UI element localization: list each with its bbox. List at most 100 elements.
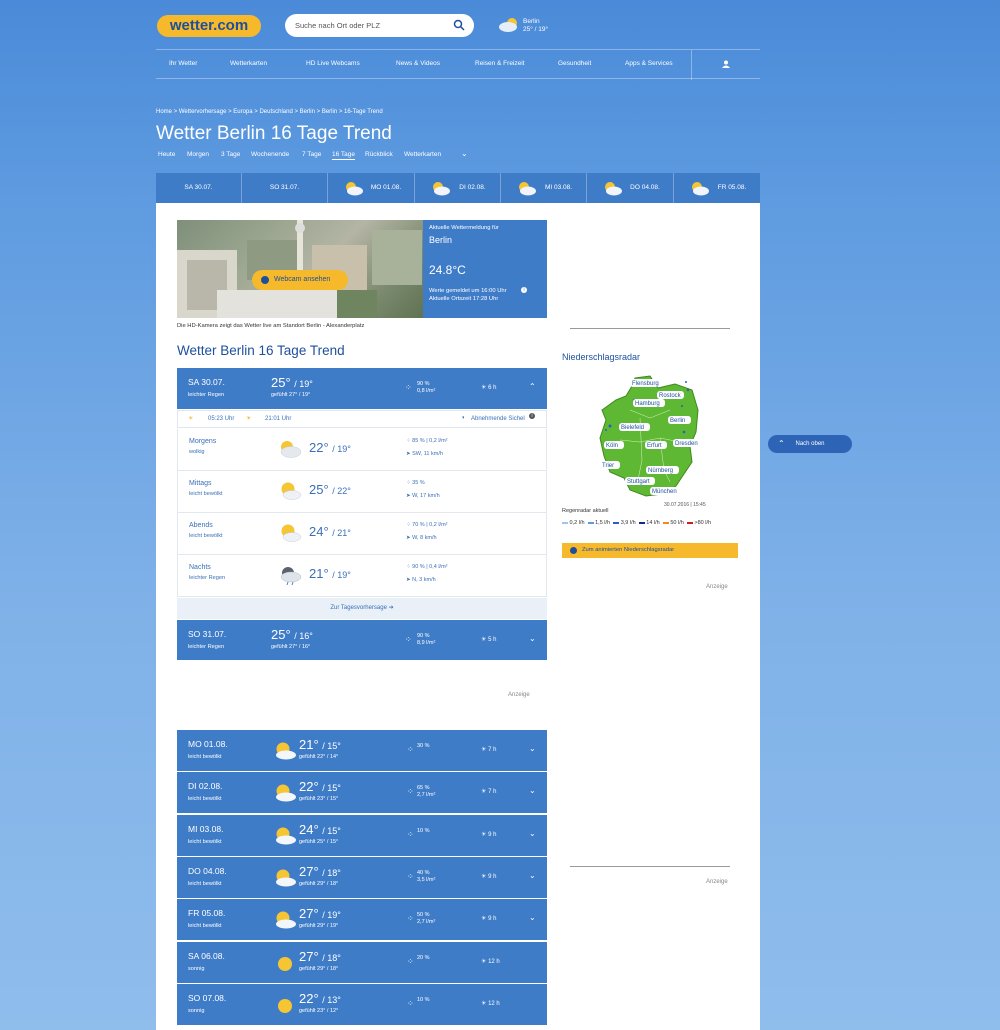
radar-animated-button[interactable]: Zum animierten Niederschlagsradar	[562, 543, 738, 558]
rain-drops-icon: ⁘	[406, 480, 411, 486]
day-rain-amt: 0,8 l/m²	[417, 388, 436, 394]
chevron-down-icon[interactable]: ⌄	[529, 786, 536, 795]
wetter-logo[interactable]: wetter.com	[157, 15, 261, 37]
rain-drops-icon: ⁘	[407, 999, 414, 1008]
day-row[interactable]: MO 01.08. leicht bewölkt 21° / 15° gefühlt …	[177, 730, 547, 772]
germany-radar-map: Flensburg Rostock Hamburg Berlin Bielefe…	[599, 375, 706, 508]
part-wind: N, 3 km/h	[412, 577, 436, 583]
tab-morgen[interactable]: Morgen	[187, 151, 209, 158]
day-rain: 10 %	[417, 828, 430, 835]
chevron-down-icon[interactable]: ⌄	[461, 149, 468, 158]
day-label: SA 30.07.	[188, 377, 225, 387]
part-temp: 22° / 19°	[309, 440, 351, 455]
sun-icon: ☀	[481, 385, 487, 391]
breadcrumb[interactable]: Home > Wettervorhersage > Europa > Deuts…	[156, 109, 383, 115]
day-min: / 18°	[322, 868, 341, 878]
radar-timestamp: 30.07.2016 | 15:45	[664, 502, 706, 508]
sidebar-divider	[570, 328, 730, 329]
day-min: / 13°	[322, 995, 341, 1005]
strip-day[interactable]: MI 03.08.	[501, 173, 587, 203]
sun-icon: ☀	[481, 916, 487, 922]
strip-day[interactable]: MO 01.08.	[328, 173, 415, 203]
tab-wochenende[interactable]: Wochenende	[251, 151, 289, 158]
user-icon[interactable]	[722, 60, 730, 68]
wind-arrow-icon: ➤	[406, 535, 411, 541]
tab-heute[interactable]: Heute	[158, 151, 175, 158]
tagesvorhersage-label: Zur Tagesvorhersage	[330, 605, 387, 611]
day-rain: 40 % 3,5 l/m²	[417, 870, 435, 884]
strip-day[interactable]: DI 02.08.	[415, 173, 501, 203]
nav-ihr-wetter[interactable]: Ihr Wetter	[169, 60, 197, 67]
info-icon[interactable]: i	[521, 287, 527, 293]
day-min: / 19°	[294, 379, 313, 389]
day-desc: leichter Regen	[188, 644, 225, 650]
back-to-top-button[interactable]: ⌃ Nach oben	[768, 435, 852, 453]
part-name: Morgens	[189, 438, 217, 445]
day-sun: ☀ 6 h	[481, 384, 496, 391]
legend-item: 14 l/h	[638, 520, 660, 526]
tab-3-tage[interactable]: 3 Tage	[221, 151, 240, 158]
tab-7-tage[interactable]: 7 Tage	[302, 151, 321, 158]
day-min: / 18°	[322, 953, 341, 963]
webcam-button[interactable]: Webcam ansehen	[252, 270, 348, 290]
search-icon[interactable]	[453, 19, 465, 31]
chevron-down-icon[interactable]: ⌄	[529, 829, 536, 838]
radar-city-label: Nürnberg	[648, 468, 673, 474]
day-rain-amt: 8,9 l/m²	[417, 640, 436, 646]
nav-apps[interactable]: Apps & Services	[625, 60, 673, 67]
part-desc: leicht bewölkt	[189, 491, 223, 497]
radar-map[interactable]: Flensburg Rostock Hamburg Berlin Bielefe…	[580, 370, 720, 510]
day-rain-pct: 10 %	[417, 997, 430, 1003]
day-row[interactable]: DI 02.08. leicht bewölkt 22° / 15° gefühlt …	[177, 772, 547, 814]
chevron-up-icon[interactable]: ⌃	[529, 382, 536, 391]
day-row[interactable]: SA 06.08. sonnig 27° / 18° gefühlt 29° / 18…	[177, 942, 547, 984]
webcam-image[interactable]	[177, 220, 423, 318]
nav-webcams[interactable]: HD Live Webcams	[306, 60, 360, 67]
strip-day[interactable]: SA 30.07.	[156, 173, 242, 203]
day-row[interactable]: FR 05.08. leicht bewölkt 27° / 19° gefühlt …	[177, 899, 547, 941]
chevron-down-icon[interactable]: ⌄	[529, 871, 536, 880]
tab-wetterkarten[interactable]: Wetterkarten	[404, 151, 441, 158]
nav-news[interactable]: News & Videos	[396, 60, 440, 67]
strip-day-label: SA 30.07.	[184, 184, 213, 191]
nav-gesundheit[interactable]: Gesundheit	[558, 60, 591, 67]
info-icon[interactable]: i	[529, 413, 535, 419]
back-to-top-label: Nach oben	[795, 441, 825, 447]
legend-swatch	[587, 521, 594, 524]
sun-hours: 6 h	[488, 385, 497, 391]
tagesvorhersage-link[interactable]: Zur Tagesvorhersage ➔	[177, 598, 547, 619]
day-row[interactable]: SO 07.08. sonnig 22° / 13° gefühlt 23° / 12…	[177, 984, 547, 1026]
tab-rueckblick[interactable]: Rückblick	[365, 151, 393, 158]
nav-reisen[interactable]: Reisen & Freizeit	[475, 60, 525, 67]
part-rain: 90 % | 0,4 l/m²	[412, 564, 448, 570]
sun-cloud-icon	[276, 911, 296, 929]
rain-drops-icon: ⁘	[407, 830, 414, 839]
arrow-circle-icon: ➔	[388, 605, 394, 611]
day-row-sunday[interactable]: SO 31.07. leichter Regen 25° / 16° gefüh…	[177, 620, 547, 661]
day-rain-pct: 40 %	[417, 870, 430, 876]
day-felt: gefühlt 29° / 18°	[299, 881, 339, 887]
strip-day[interactable]: SO 31.07.	[242, 173, 328, 203]
view-tabs: Heute Morgen 3 Tage Wochenende 7 Tage 16…	[158, 149, 478, 163]
day-max: 27°	[299, 864, 319, 879]
nav-wetterkarten[interactable]: Wetterkarten	[230, 60, 267, 67]
day-row[interactable]: MI 03.08. leicht bewölkt 24° / 15° gefühlt …	[177, 815, 547, 857]
day-felt: gefühlt 27° / 16°	[271, 644, 311, 650]
day-row[interactable]: DO 04.08. leicht bewölkt 27° / 18° gefühlt …	[177, 857, 547, 899]
search-input[interactable]: Suche nach Ort oder PLZ	[285, 14, 474, 37]
chevron-down-icon[interactable]: ⌄	[529, 634, 536, 643]
part-details: ⁘ 35 % ➤ W, 17 km/h	[406, 477, 440, 503]
radar-title: Niederschlagsradar	[562, 352, 641, 362]
chevron-down-icon[interactable]: ⌄	[529, 913, 536, 922]
strip-day[interactable]: DO 04.08.	[587, 173, 674, 203]
day-row-today[interactable]: SA 30.07. leichter Regen 25° / 19° gefüh…	[177, 368, 547, 410]
sun-hours: 7 h	[488, 789, 497, 795]
header-city-weather[interactable]: Berlin 25° / 19°	[523, 18, 548, 34]
day-sun: ☀ 7 h	[481, 788, 496, 795]
part-name: Mittags	[189, 480, 212, 487]
tab-16-tage[interactable]: 16 Tage	[332, 151, 356, 160]
strip-day[interactable]: FR 05.08.	[674, 173, 760, 203]
chevron-down-icon[interactable]: ⌄	[529, 744, 536, 753]
sun-hours: 5 h	[488, 637, 497, 643]
part-max: 25°	[309, 482, 329, 497]
